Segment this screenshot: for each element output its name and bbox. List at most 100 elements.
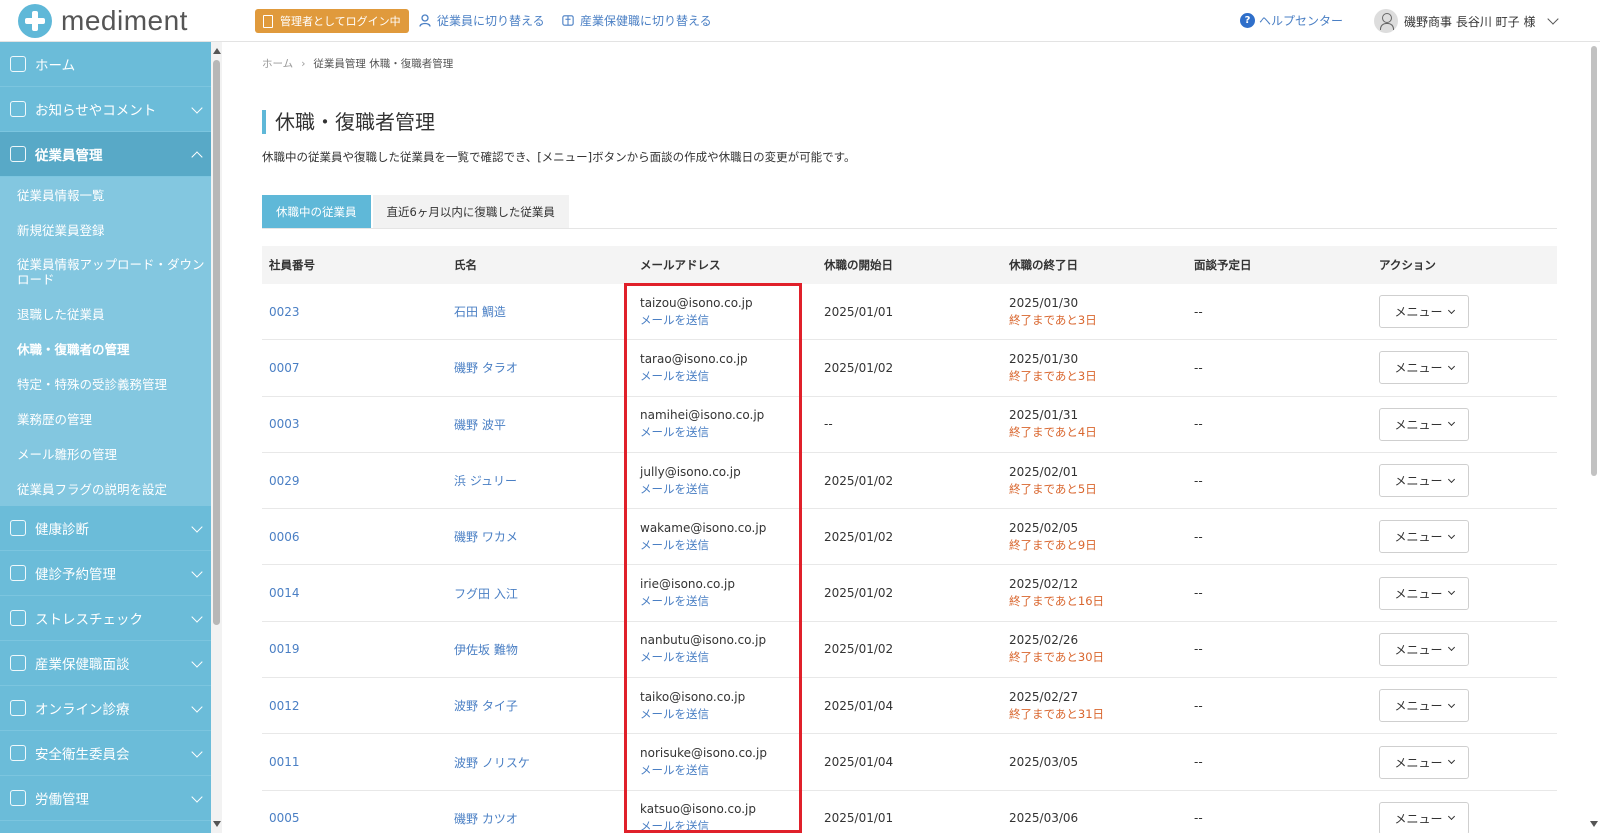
leave-start-date: -- <box>824 417 833 432</box>
employee-name-link[interactable]: 石田 鯛造 <box>454 305 506 319</box>
app-logo[interactable]: mediment <box>18 4 188 38</box>
row-menu-button[interactable]: メニュー <box>1379 632 1469 666</box>
table-row: 0003 磯野 波平 namihei@isono.co.jp メールを送信 --… <box>262 397 1557 453</box>
send-mail-link[interactable]: メールを送信 <box>640 593 817 610</box>
sidebar-item-label: 安全衛生委員会 <box>35 747 130 763</box>
sidebar-subitem-mail-templates[interactable]: メール雛形の管理 <box>0 436 215 471</box>
sidebar-item-home[interactable]: ホーム <box>0 42 215 87</box>
page-scrollbar[interactable] <box>1588 42 1600 833</box>
chevron-down-icon <box>1447 700 1455 708</box>
sidebar-subitem-employee-flags[interactable]: 従業員フラグの説明を設定 <box>0 471 215 506</box>
row-menu-button[interactable]: メニュー <box>1379 745 1469 779</box>
sidebar-subitem-retired[interactable]: 退職した従業員 <box>0 296 215 331</box>
sidebar-scroll-thumb[interactable] <box>213 60 220 625</box>
staff-icon <box>562 15 574 26</box>
interview-date: -- <box>1194 360 1203 375</box>
row-menu-button[interactable]: メニュー <box>1379 689 1469 723</box>
employee-id-link[interactable]: 0012 <box>269 699 300 713</box>
employee-id-link[interactable]: 0029 <box>269 474 300 488</box>
table-row: 0007 磯野 タラオ tarao@isono.co.jp メールを送信 202… <box>262 340 1557 397</box>
row-menu-button[interactable]: メニュー <box>1379 520 1469 554</box>
employee-name-link[interactable]: 磯野 タラオ <box>454 361 518 375</box>
sidebar-item-health-staff-meeting[interactable]: 産業保健職面談 <box>0 641 215 686</box>
sidebar-item-online-medical[interactable]: オンライン診療 <box>0 686 215 731</box>
scroll-down-arrow-icon[interactable] <box>1590 821 1598 827</box>
employee-id-link[interactable]: 0019 <box>269 642 300 656</box>
row-menu-button[interactable]: メニュー <box>1379 464 1469 498</box>
employee-name-link[interactable]: 波野 タイ子 <box>454 699 518 713</box>
column-header: 休職の終了日 <box>1009 258 1078 272</box>
send-mail-link[interactable]: メールを送信 <box>640 706 817 723</box>
send-mail-link[interactable]: メールを送信 <box>640 537 817 554</box>
tab-on-leave[interactable]: 休職中の従業員 <box>262 195 371 228</box>
sidebar-item-checkup-reservation[interactable]: 健診予約管理 <box>0 551 215 596</box>
sidebar-item-safety-committee[interactable]: 安全衛生委員会 <box>0 731 215 776</box>
sidebar-item-health-checkup[interactable]: 健康診断 <box>0 506 215 551</box>
scroll-down-arrow-icon[interactable] <box>213 821 221 827</box>
employee-name-link[interactable]: 磯野 ワカメ <box>454 530 518 544</box>
sidebar-subitem-special-exam[interactable]: 特定・特殊の受診義務管理 <box>0 366 215 401</box>
menu-button-label: メニュー <box>1394 699 1443 714</box>
sidebar-item-stress-check[interactable]: ストレスチェック <box>0 596 215 641</box>
employee-name-link[interactable]: 磯野 波平 <box>454 418 506 432</box>
send-mail-link[interactable]: メールを送信 <box>640 312 817 329</box>
sidebar-subitem-work-history[interactable]: 業務歴の管理 <box>0 401 215 436</box>
chevron-down-icon <box>191 566 203 578</box>
send-mail-link[interactable]: メールを送信 <box>640 762 817 779</box>
employee-id-link[interactable]: 0023 <box>269 305 300 319</box>
email-address: irie@isono.co.jp <box>640 577 735 592</box>
leave-start-date: 2025/01/02 <box>824 360 894 375</box>
sidebar-subitem-upload-download[interactable]: 従業員情報アップロード・ダウンロード <box>0 247 215 296</box>
interview-date: -- <box>1194 417 1203 432</box>
employee-id-link[interactable]: 0006 <box>269 530 300 544</box>
admin-badge-label: 管理者としてログイン中 <box>280 15 401 28</box>
row-menu-button[interactable]: メニュー <box>1379 801 1469 833</box>
chevron-down-icon <box>1447 813 1455 821</box>
row-menu-button[interactable]: メニュー <box>1379 576 1469 610</box>
help-center-link[interactable]: ? ヘルプセンター <box>1240 12 1343 29</box>
table-row: 0012 波野 タイ子 taiko@isono.co.jp メールを送信 202… <box>262 678 1557 735</box>
table-row: 0005 磯野 カツオ katsuo@isono.co.jp メールを送信 20… <box>262 791 1557 833</box>
leave-end-date: 2025/02/12 <box>1009 577 1079 592</box>
scroll-up-arrow-icon[interactable] <box>213 48 221 54</box>
send-mail-link[interactable]: メールを送信 <box>640 368 817 385</box>
send-mail-link[interactable]: メールを送信 <box>640 818 817 833</box>
sidebar-subitem-leave-management[interactable]: 休職・復職者の管理 <box>0 331 215 366</box>
sidebar-item-employee-management[interactable]: 従業員管理 <box>0 132 215 177</box>
switch-employee-link[interactable]: 従業員に切り替える <box>419 12 545 29</box>
employee-id-link[interactable]: 0003 <box>269 417 300 431</box>
breadcrumb-home[interactable]: ホーム <box>262 58 293 70</box>
employee-id-link[interactable]: 0014 <box>269 586 300 600</box>
row-menu-button[interactable]: メニュー <box>1379 351 1469 385</box>
sidebar-subitem-new-employee[interactable]: 新規従業員登録 <box>0 212 215 247</box>
employee-id-link[interactable]: 0011 <box>269 755 300 769</box>
chevron-down-icon <box>1447 306 1455 314</box>
chevron-down-icon <box>191 102 203 114</box>
sidebar-subitem-employee-list[interactable]: 従業員情報一覧 <box>0 177 215 212</box>
sidebar-item-notifications[interactable]: お知らせやコメント <box>0 87 215 132</box>
column-header: 社員番号 <box>269 258 315 272</box>
sidebar-scrollbar[interactable] <box>211 42 222 833</box>
user-menu[interactable]: 磯野商事 長谷川 町子 様 <box>1374 9 1560 33</box>
row-menu-button[interactable]: メニュー <box>1379 407 1469 441</box>
send-mail-link[interactable]: メールを送信 <box>640 424 817 441</box>
employee-name-link[interactable]: 伊佐坂 難物 <box>454 643 518 657</box>
send-mail-link[interactable]: メールを送信 <box>640 649 817 666</box>
switch-health-staff-link[interactable]: 産業保健職に切り替える <box>562 12 712 29</box>
employee-name-link[interactable]: 磯野 カツオ <box>454 812 518 826</box>
employee-name-link[interactable]: 浜 ジュリー <box>454 474 517 488</box>
page-scroll-thumb[interactable] <box>1591 46 1597 476</box>
sidebar-item-label: 従業員管理 <box>35 148 103 164</box>
employee-name-link[interactable]: フグ田 入江 <box>454 587 518 601</box>
menu-button-label: メニュー <box>1394 755 1443 770</box>
tab-recently-returned[interactable]: 直近6ヶ月以内に復職した従業員 <box>372 195 569 228</box>
row-menu-button[interactable]: メニュー <box>1379 295 1469 329</box>
employee-name-link[interactable]: 波野 ノリスケ <box>454 756 530 770</box>
breadcrumb-separator: › <box>301 58 306 70</box>
send-mail-link[interactable]: メールを送信 <box>640 481 817 498</box>
sidebar-item-labor-management[interactable]: 労働管理 <box>0 776 215 821</box>
employee-id-link[interactable]: 0007 <box>269 361 300 375</box>
column-header: アクション <box>1379 258 1436 272</box>
chevron-down-icon <box>1447 644 1455 652</box>
employee-id-link[interactable]: 0005 <box>269 811 300 825</box>
